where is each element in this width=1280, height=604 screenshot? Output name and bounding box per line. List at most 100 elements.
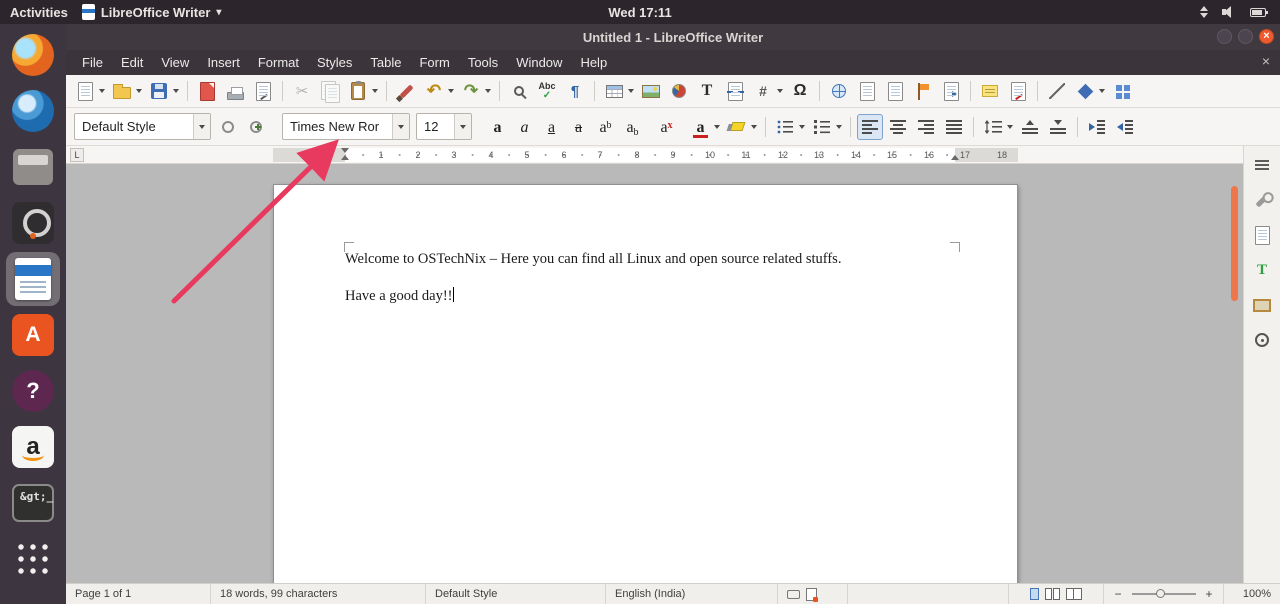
dock-item-amazon[interactable]: a xyxy=(6,420,60,474)
dock-item-libreoffice-writer[interactable] xyxy=(6,252,60,306)
ordered-list-button[interactable] xyxy=(809,114,835,140)
zoom-slider-thumb[interactable] xyxy=(1155,589,1165,598)
page-number-status[interactable]: Page 1 of 1 xyxy=(66,584,211,604)
close-button[interactable]: × xyxy=(1259,29,1274,44)
track-changes-button[interactable] xyxy=(1005,78,1031,104)
align-left-button[interactable] xyxy=(857,113,883,140)
copy-button[interactable] xyxy=(317,78,343,104)
menu-edit[interactable]: Edit xyxy=(112,52,152,73)
first-line-indent-marker[interactable] xyxy=(341,148,349,153)
unordered-list-dropdown[interactable] xyxy=(797,115,807,139)
line-spacing-dropdown[interactable] xyxy=(1005,115,1015,139)
tab-stop-type-selector[interactable]: L xyxy=(70,148,84,162)
save-button[interactable] xyxy=(146,78,172,104)
insert-bookmark-button[interactable] xyxy=(910,78,936,104)
close-document-button[interactable]: × xyxy=(1262,53,1270,69)
paragraph-2[interactable]: Have a good day!! xyxy=(345,287,955,305)
subscript-button[interactable]: ab xyxy=(620,114,645,140)
print-preview-button[interactable] xyxy=(250,78,276,104)
open-dropdown[interactable] xyxy=(134,79,144,103)
insert-textbox-button[interactable]: T xyxy=(694,78,720,104)
insert-table-dropdown[interactable] xyxy=(626,79,636,103)
dock-item-ubuntu-software[interactable]: A xyxy=(6,308,60,362)
sidebar-styles-button[interactable]: T xyxy=(1249,257,1275,283)
menu-file[interactable]: File xyxy=(73,52,112,73)
increase-indent-button[interactable] xyxy=(1084,114,1110,140)
clear-formatting-button[interactable]: ax xyxy=(654,114,679,140)
menu-help[interactable]: Help xyxy=(571,52,616,73)
clone-formatting-button[interactable] xyxy=(393,78,419,104)
find-replace-button[interactable] xyxy=(506,78,532,104)
maximize-button[interactable] xyxy=(1238,29,1253,44)
system-tray[interactable] xyxy=(1200,6,1280,18)
unordered-list-button[interactable] xyxy=(772,114,798,140)
save-dropdown[interactable] xyxy=(171,79,181,103)
paragraph-style-combo[interactable]: Default Style xyxy=(74,113,211,140)
highlight-color-dropdown[interactable] xyxy=(749,115,759,139)
dock-item-rhythmbox[interactable] xyxy=(6,196,60,250)
print-button[interactable] xyxy=(222,78,248,104)
menu-table[interactable]: Table xyxy=(361,52,410,73)
horizontal-ruler[interactable]: L 1 2 3 4 5 6 7 8 9 10 11 12 13 14 15 16… xyxy=(66,146,1280,164)
sidebar-page-button[interactable] xyxy=(1249,222,1275,248)
sidebar-settings-button[interactable] xyxy=(1249,152,1275,178)
menu-format[interactable]: Format xyxy=(249,52,308,73)
insert-line-button[interactable] xyxy=(1044,78,1070,104)
page-style-status[interactable]: Default Style xyxy=(426,584,606,604)
dock-item-firefox[interactable] xyxy=(6,28,60,82)
document-area[interactable]: Welcome to OSTechNix – Here you can find… xyxy=(66,164,1280,583)
insert-table-button[interactable] xyxy=(601,78,627,104)
app-menu-button[interactable]: LibreOffice Writer ▾ xyxy=(81,4,221,20)
show-draw-functions-button[interactable] xyxy=(1109,78,1135,104)
dock-item-show-applications[interactable] xyxy=(6,532,60,586)
undo-button[interactable]: ↶ xyxy=(421,78,447,104)
update-style-button[interactable] xyxy=(215,114,241,140)
menu-insert[interactable]: Insert xyxy=(198,52,249,73)
cut-button[interactable]: ✂ xyxy=(289,78,315,104)
insert-comment-button[interactable] xyxy=(977,78,1003,104)
insert-cross-reference-button[interactable] xyxy=(938,78,964,104)
language-status[interactable]: English (India) xyxy=(606,584,778,604)
line-spacing-button[interactable] xyxy=(980,114,1006,140)
redo-dropdown[interactable] xyxy=(483,79,493,103)
insert-footnote-button[interactable] xyxy=(854,78,880,104)
export-pdf-button[interactable] xyxy=(194,78,220,104)
font-size-dropdown[interactable] xyxy=(454,114,471,139)
dock-item-terminal[interactable]: &gt;_ xyxy=(6,476,60,530)
save-status-icon[interactable] xyxy=(806,587,818,602)
selection-mode-icon[interactable] xyxy=(787,589,800,599)
paste-dropdown[interactable] xyxy=(370,79,380,103)
spelling-button[interactable]: Abc ✓ xyxy=(534,78,560,104)
insert-special-character-button[interactable]: Ω xyxy=(787,78,813,104)
dock-item-thunderbird[interactable] xyxy=(6,84,60,138)
sidebar-gallery-button[interactable] xyxy=(1249,292,1275,318)
decrease-paragraph-spacing-button[interactable] xyxy=(1045,114,1071,140)
justify-button[interactable] xyxy=(941,114,967,140)
increase-paragraph-spacing-button[interactable] xyxy=(1017,114,1043,140)
single-page-view-button[interactable] xyxy=(1030,588,1039,600)
mode-status[interactable] xyxy=(778,584,848,604)
multi-page-view-button[interactable] xyxy=(1045,588,1060,600)
align-center-button[interactable] xyxy=(885,114,911,140)
menu-form[interactable]: Form xyxy=(410,52,458,73)
redo-button[interactable]: ↷ xyxy=(458,78,484,104)
paragraph-style-dropdown[interactable] xyxy=(193,114,210,139)
zoom-in-button[interactable]: + xyxy=(1206,587,1213,601)
title-bar[interactable]: Untitled 1 - LibreOffice Writer × xyxy=(66,24,1280,50)
zoom-slider-track[interactable] xyxy=(1131,589,1196,598)
new-document-button[interactable] xyxy=(72,78,98,104)
font-size-combo[interactable]: 12 xyxy=(416,113,472,140)
clock-button[interactable]: Wed 17:11 xyxy=(608,5,671,20)
left-indent-marker[interactable] xyxy=(341,155,349,160)
decrease-indent-button[interactable] xyxy=(1112,114,1138,140)
formatting-marks-button[interactable]: ¶ xyxy=(562,78,588,104)
open-button[interactable] xyxy=(109,78,135,104)
paste-button[interactable] xyxy=(345,78,371,104)
insert-image-button[interactable] xyxy=(638,78,664,104)
strikethrough-button[interactable]: a xyxy=(566,114,591,140)
minimize-button[interactable] xyxy=(1217,29,1232,44)
font-name-dropdown[interactable] xyxy=(392,114,409,139)
new-document-dropdown[interactable] xyxy=(97,79,107,103)
underline-button[interactable]: a xyxy=(539,114,564,140)
book-view-button[interactable] xyxy=(1066,588,1082,600)
